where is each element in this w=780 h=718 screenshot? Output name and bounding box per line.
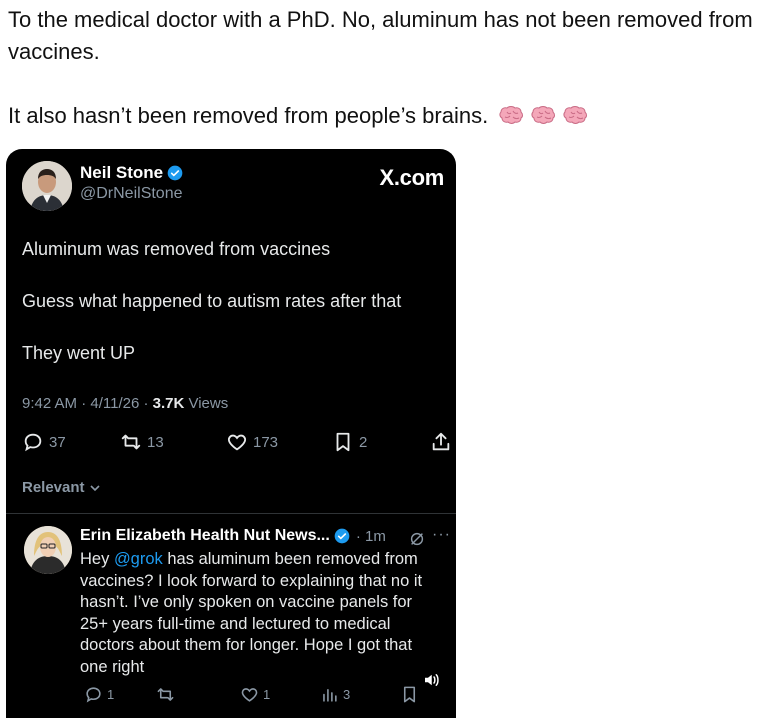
verified-badge-icon bbox=[167, 165, 183, 181]
reply-repost-button[interactable] bbox=[156, 685, 175, 704]
caption-line-2: It also hasn’t been removed from people’… bbox=[8, 103, 489, 128]
chevron-down-icon bbox=[89, 484, 100, 491]
tweet-text-line-2: Guess what happened to autism rates afte… bbox=[22, 291, 402, 311]
sort-label: Relevant bbox=[22, 479, 85, 496]
tweet-text-line-1: Aluminum was removed from vaccines bbox=[22, 239, 331, 259]
reply-author-row[interactable]: Erin Elizabeth Health Nut News... · 1m bbox=[80, 527, 386, 545]
tweet-actions: 37 13 173 2 bbox=[22, 431, 452, 455]
reply-author-name[interactable]: Erin Elizabeth Health Nut News... bbox=[80, 527, 330, 545]
brain-icon bbox=[499, 106, 524, 124]
reply-views-button[interactable]: 3 bbox=[320, 685, 350, 704]
speaker-icon bbox=[425, 674, 439, 686]
tweet-text-line-3: They went UP bbox=[22, 343, 136, 363]
heart-icon bbox=[241, 688, 258, 702]
brain-emojis bbox=[498, 104, 590, 128]
repost-icon bbox=[157, 688, 174, 701]
grok-icon[interactable] bbox=[408, 530, 426, 548]
reply-reply-count: 1 bbox=[107, 687, 115, 702]
bookmark-button[interactable]: 2 bbox=[332, 431, 367, 453]
views-chart-icon bbox=[323, 688, 337, 702]
mention-link[interactable]: @grok bbox=[114, 550, 163, 568]
reply-bookmark-button[interactable] bbox=[400, 685, 419, 704]
author-avatar[interactable] bbox=[22, 161, 72, 211]
replies-sort-dropdown[interactable]: Relevant bbox=[22, 479, 101, 496]
more-options-icon[interactable]: ··· bbox=[432, 526, 451, 544]
bookmark-icon bbox=[403, 686, 416, 703]
bookmark-count: 2 bbox=[359, 433, 368, 451]
tweet-meta: 9:42 AM · 4/11/26 · 3.7K Views bbox=[22, 395, 228, 412]
reply-like-button[interactable]: 1 bbox=[240, 685, 270, 704]
post-caption: To the medical doctor with a PhD. No, al… bbox=[8, 4, 768, 132]
caption-line-1: To the medical doctor with a PhD. No, al… bbox=[8, 7, 753, 64]
x-brand-logo: X.com bbox=[379, 165, 444, 190]
tweet-timestamp[interactable]: 9:42 AM · 4/11/26 · bbox=[22, 395, 153, 412]
caption-line-2-row: It also hasn’t been removed from people’… bbox=[8, 100, 768, 132]
share-button[interactable] bbox=[430, 431, 452, 453]
reply-reply-button[interactable]: 1 bbox=[84, 685, 114, 704]
repost-icon bbox=[121, 434, 141, 450]
reply-actions: 1 1 3 bbox=[80, 685, 450, 707]
views-label: Views bbox=[184, 395, 229, 412]
sound-toggle-button[interactable] bbox=[418, 667, 444, 693]
repost-button[interactable]: 13 bbox=[120, 431, 164, 453]
brain-icon bbox=[563, 106, 588, 124]
reply-text-rest: has aluminum been removed from vaccines?… bbox=[80, 550, 423, 676]
reply-author-avatar[interactable] bbox=[24, 526, 72, 574]
author-name[interactable]: Neil Stone bbox=[80, 163, 163, 183]
reply-icon bbox=[24, 433, 42, 452]
author-handle[interactable]: @DrNeilStone bbox=[80, 185, 183, 203]
share-icon bbox=[432, 432, 450, 451]
like-button[interactable]: 173 bbox=[226, 431, 278, 453]
views-count: 3.7K bbox=[152, 395, 185, 412]
repost-count: 13 bbox=[147, 433, 164, 451]
reply-text-start: Hey bbox=[80, 550, 114, 568]
verified-badge-icon bbox=[334, 528, 350, 544]
heart-icon bbox=[227, 434, 247, 451]
reply-views-count: 3 bbox=[343, 687, 351, 702]
divider bbox=[6, 513, 456, 514]
reply-time[interactable]: · 1m bbox=[356, 528, 386, 545]
brain-icon bbox=[531, 106, 556, 124]
reply-like-count: 1 bbox=[263, 687, 271, 702]
bookmark-icon bbox=[336, 432, 350, 452]
reply-icon bbox=[86, 687, 101, 703]
reply-text: Hey @grok has aluminum been removed from… bbox=[80, 549, 440, 678]
like-count: 173 bbox=[253, 433, 279, 451]
reply-button[interactable]: 37 bbox=[22, 431, 66, 453]
author-name-row[interactable]: Neil Stone bbox=[80, 163, 183, 183]
tweet-screenshot: Neil Stone @DrNeilStone X.com Aluminum w… bbox=[6, 149, 456, 718]
reply-count: 37 bbox=[49, 433, 66, 451]
